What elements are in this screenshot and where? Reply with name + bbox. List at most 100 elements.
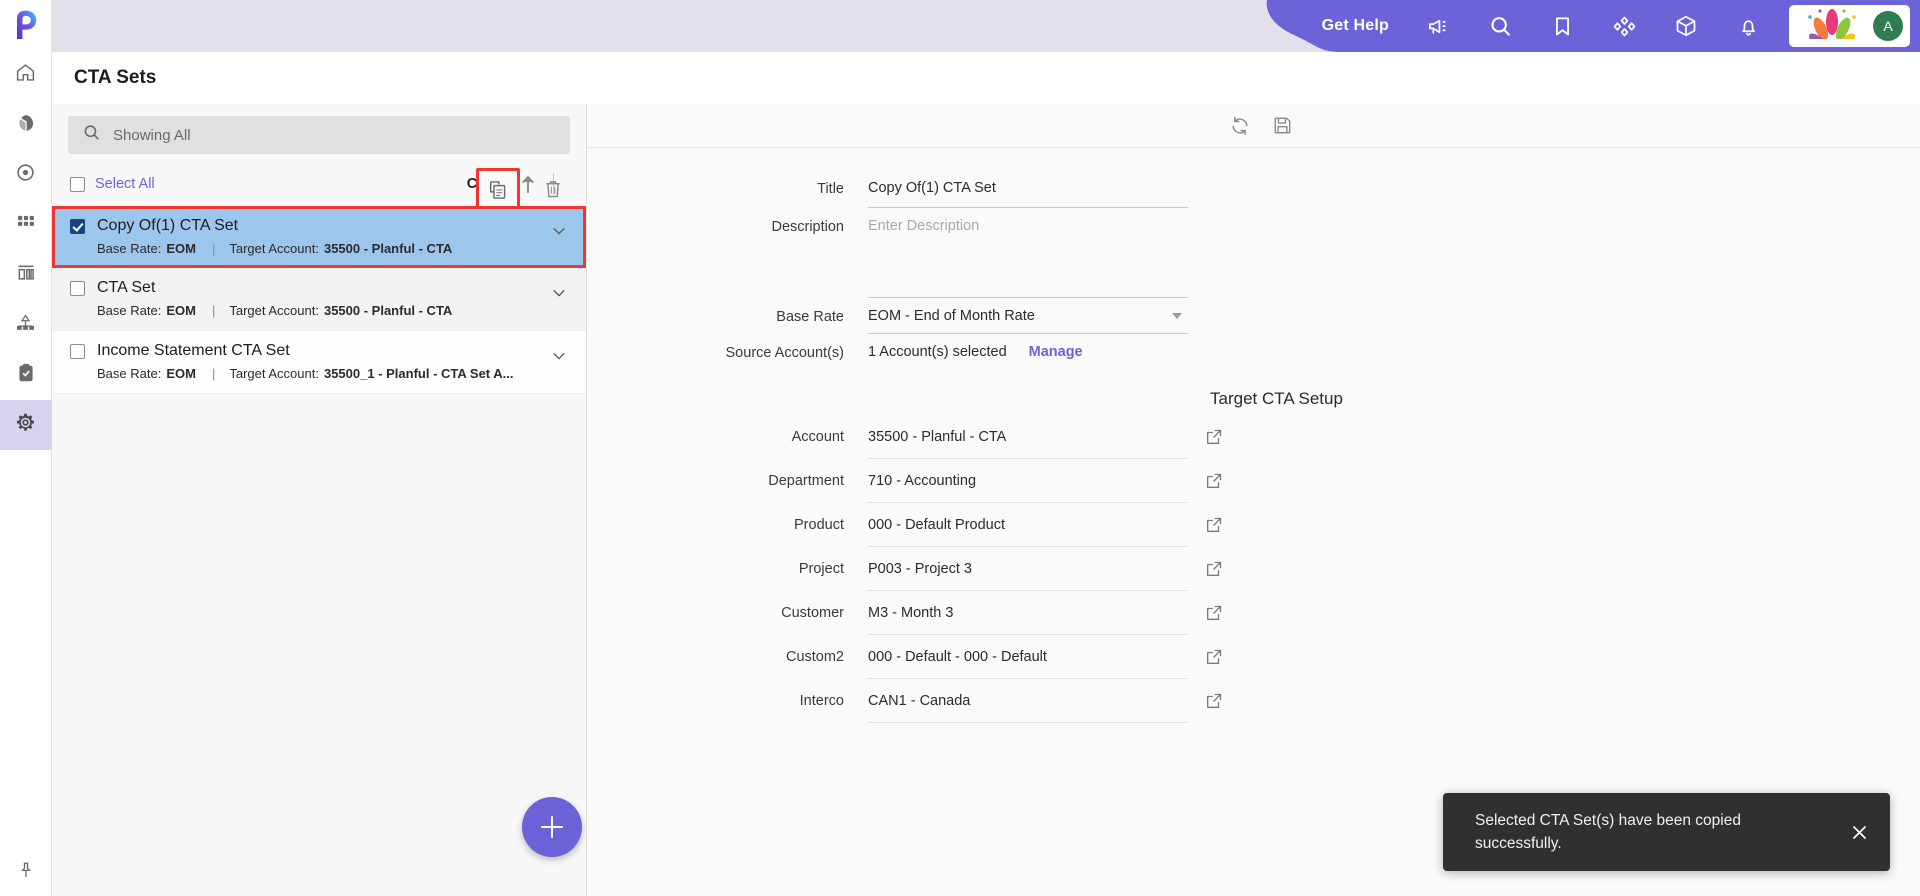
target-setup-row: Account 35500 - Planful - CTA bbox=[588, 415, 1920, 459]
bell-icon[interactable] bbox=[1717, 0, 1779, 52]
base-rate-select[interactable]: EOM - End of Month Rate bbox=[868, 298, 1188, 334]
sidebar-item-apps[interactable] bbox=[0, 200, 52, 250]
profile-menu[interactable]: A bbox=[1789, 5, 1910, 52]
left-nav-rail bbox=[0, 0, 52, 896]
open-external-icon[interactable] bbox=[1188, 515, 1248, 535]
avatar[interactable]: A bbox=[1873, 11, 1903, 41]
select-all-label[interactable]: Select All bbox=[95, 176, 155, 192]
list-item[interactable]: Copy Of(1) CTA Set Base Rate: EOM | Target A… bbox=[52, 206, 586, 268]
pin-icon[interactable] bbox=[0, 844, 52, 896]
list-item-target-label: Target Account: bbox=[229, 241, 319, 256]
save-icon[interactable] bbox=[1270, 114, 1294, 138]
get-help-button[interactable]: Get Help bbox=[1304, 17, 1407, 35]
list-item-checkbox[interactable] bbox=[70, 343, 85, 359]
hierarchy-icon bbox=[15, 312, 36, 338]
planful-logo[interactable] bbox=[0, 0, 51, 50]
list-item-base-rate-value: EOM bbox=[166, 241, 196, 256]
sidebar-item-modeling[interactable] bbox=[0, 100, 52, 150]
open-external-icon[interactable] bbox=[1188, 647, 1248, 667]
apps-icon[interactable] bbox=[1593, 0, 1655, 52]
target-setup-row: Project P003 - Project 3 bbox=[588, 547, 1920, 591]
list-item-header: Copy Of(1) CTA Set bbox=[70, 217, 568, 235]
target-row-value[interactable]: 000 - Default Product bbox=[868, 503, 1188, 547]
title-input[interactable]: Copy Of(1) CTA Set bbox=[868, 170, 1188, 208]
list-item[interactable]: CTA Set Base Rate: EOM | Target Account: 3550… bbox=[52, 268, 586, 331]
sidebar-item-structures[interactable] bbox=[0, 300, 52, 350]
title-value-wrap: Copy Of(1) CTA Set bbox=[868, 170, 1188, 208]
sidebar-item-tasks[interactable] bbox=[0, 350, 52, 400]
list-toolbar: Select All Code bbox=[52, 162, 586, 212]
open-external-icon[interactable] bbox=[1188, 471, 1248, 491]
field-title: Title Copy Of(1) CTA Set bbox=[588, 170, 1920, 208]
add-cta-set-button[interactable] bbox=[522, 797, 582, 857]
list-item-meta: Base Rate: EOM | Target Account: 35500 - Pla… bbox=[97, 241, 568, 256]
cube-icon[interactable] bbox=[1655, 0, 1717, 52]
sort-ascending-icon[interactable] bbox=[521, 174, 535, 194]
target-row-label: Product bbox=[794, 517, 844, 533]
description-input[interactable]: Enter Description bbox=[868, 208, 1188, 298]
list-item-target-label: Target Account: bbox=[229, 366, 319, 381]
chevron-down-icon[interactable] bbox=[550, 222, 568, 245]
target-row-value[interactable]: 000 - Default - 000 - Default bbox=[868, 635, 1188, 679]
manage-link[interactable]: Manage bbox=[1029, 344, 1083, 360]
open-external-icon[interactable] bbox=[1188, 427, 1248, 447]
cta-set-detail-panel: Title Copy Of(1) CTA Set Description Ent… bbox=[588, 104, 1920, 896]
target-row-label: Customer bbox=[781, 605, 844, 621]
bar-chart-icon bbox=[16, 263, 36, 288]
chevron-down-icon[interactable] bbox=[550, 284, 568, 307]
source-accounts-label: Source Account(s) bbox=[725, 345, 844, 361]
target-row-value[interactable]: M3 - Month 3 bbox=[868, 591, 1188, 635]
sidebar-item-targets[interactable] bbox=[0, 150, 52, 200]
company-logo-icon bbox=[1801, 5, 1863, 52]
list-item-base-rate-label: Base Rate: bbox=[97, 241, 162, 256]
list-item-title: Copy Of(1) CTA Set bbox=[97, 217, 239, 234]
description-label: Description bbox=[771, 219, 844, 235]
target-setup-row: Customer M3 - Month 3 bbox=[588, 591, 1920, 635]
search-input[interactable] bbox=[113, 126, 556, 144]
field-base-rate: Base Rate EOM - End of Month Rate bbox=[588, 298, 1920, 334]
top-bar: Get Help A bbox=[52, 0, 1920, 52]
detail-toolbar bbox=[588, 104, 1920, 148]
field-source-accounts: Source Account(s) 1 Account(s) selected … bbox=[588, 334, 1920, 369]
target-row-value[interactable]: P003 - Project 3 bbox=[868, 547, 1188, 591]
toast-notification: Selected CTA Set(s) have been copied suc… bbox=[1443, 793, 1890, 871]
list-item-checkbox[interactable] bbox=[70, 218, 85, 234]
open-external-icon[interactable] bbox=[1188, 603, 1248, 623]
gear-icon bbox=[15, 412, 36, 438]
target-row-value[interactable]: 710 - Accounting bbox=[868, 459, 1188, 503]
page-title: CTA Sets bbox=[74, 67, 157, 88]
bookmark-icon[interactable] bbox=[1531, 0, 1593, 52]
clipboard-check-icon bbox=[16, 363, 36, 388]
home-icon bbox=[15, 62, 36, 88]
delete-button[interactable] bbox=[542, 178, 564, 205]
sidebar-item-settings[interactable] bbox=[0, 400, 52, 450]
sidebar-item-reports[interactable] bbox=[0, 250, 52, 300]
list-item-meta: Base Rate: EOM | Target Account: 35500 - Pla… bbox=[97, 303, 568, 318]
close-icon[interactable] bbox=[1846, 819, 1872, 845]
megaphone-icon[interactable] bbox=[1407, 0, 1469, 52]
target-setup-row: Product 000 - Default Product bbox=[588, 503, 1920, 547]
search-icon[interactable] bbox=[1469, 0, 1531, 52]
list-item-base-rate-label: Base Rate: bbox=[97, 303, 162, 318]
open-external-icon[interactable] bbox=[1188, 559, 1248, 579]
search-wrapper bbox=[52, 104, 586, 162]
select-all-checkbox[interactable] bbox=[70, 176, 85, 192]
list-item-title: CTA Set bbox=[97, 279, 156, 296]
topbar-actions: Get Help A bbox=[1304, 0, 1920, 52]
list-item-checkbox[interactable] bbox=[70, 280, 85, 296]
refresh-icon[interactable] bbox=[1228, 114, 1252, 138]
list-item-base-rate-value: EOM bbox=[166, 366, 196, 381]
search-box[interactable] bbox=[68, 116, 570, 154]
list-item-target-label: Target Account: bbox=[229, 303, 319, 318]
chevron-down-icon[interactable] bbox=[550, 347, 568, 370]
open-external-icon[interactable] bbox=[1188, 691, 1248, 711]
target-row-value[interactable]: CAN1 - Canada bbox=[868, 679, 1188, 723]
target-setup-row: Interco CAN1 - Canada bbox=[588, 679, 1920, 723]
cta-sets-list: Copy Of(1) CTA Set Base Rate: EOM | Target A… bbox=[52, 206, 586, 394]
target-row-label: Department bbox=[768, 473, 844, 489]
list-item[interactable]: Income Statement CTA Set Base Rate: EOM | Ta… bbox=[52, 331, 586, 394]
description-value-wrap: Enter Description bbox=[868, 208, 1188, 298]
target-row-value[interactable]: 35500 - Planful - CTA bbox=[868, 415, 1188, 459]
toast-message: Selected CTA Set(s) have been copied suc… bbox=[1475, 811, 1741, 852]
sidebar-item-home[interactable] bbox=[0, 50, 52, 100]
